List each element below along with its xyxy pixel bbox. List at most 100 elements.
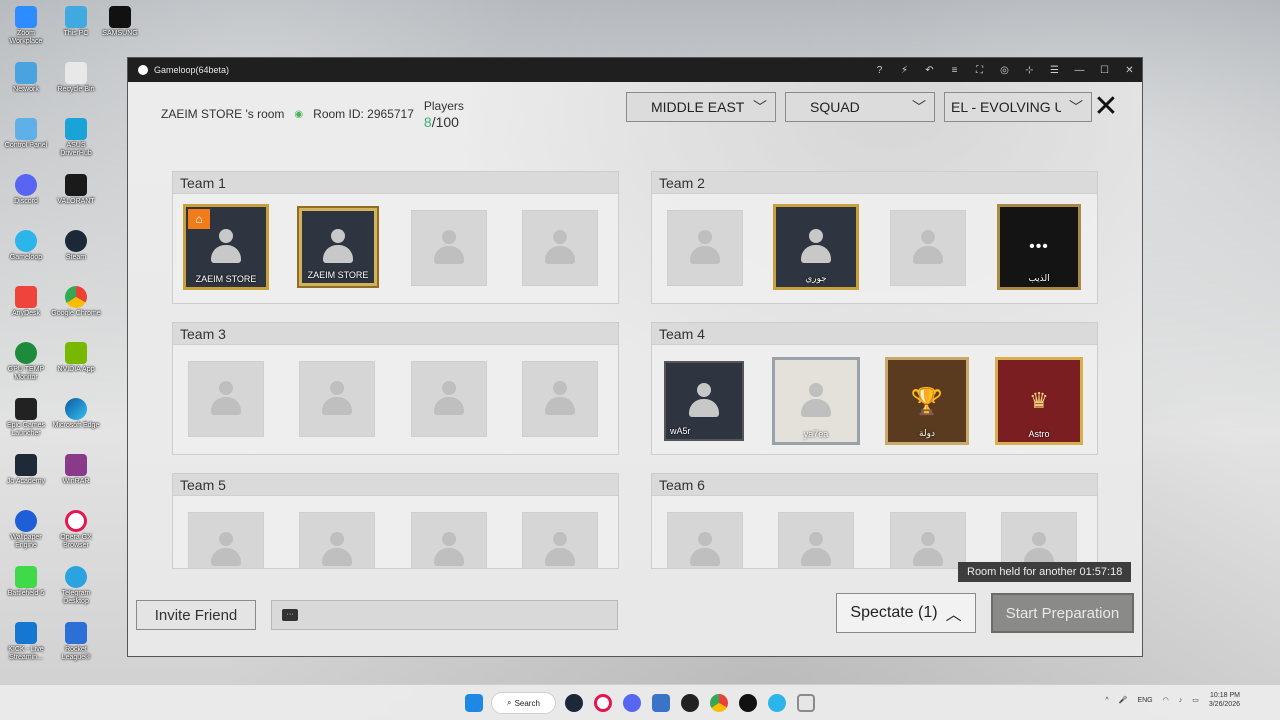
chat-input[interactable]: ··· [271,600,618,630]
start-icon[interactable] [465,694,483,712]
desktop-icon-nvidia[interactable]: NVIDIA App [50,342,102,374]
team-6: Team 6 [651,473,1098,569]
desktop-icon-label: Control Panel [4,142,48,149]
player-slot[interactable]: ♛ Astro [995,357,1083,445]
start-preparation-label: Start Preparation [1005,604,1120,622]
help-icon[interactable]: ? [867,58,892,82]
desktop-icon-chrome[interactable]: Google Chrome [50,286,102,318]
player-slot[interactable]: ZAEIM STORE [299,208,377,286]
mode-dropdown[interactable]: SQUAD ﹀ [785,92,935,122]
menu-icon[interactable]: ☰ [1042,58,1067,82]
app-taskbar-icon[interactable] [739,694,757,712]
desktop-icon-telegram[interactable]: Telegram Desktop [50,566,102,606]
close-room-button[interactable]: ✕ [1092,92,1120,122]
mode-value: SQUAD [810,99,860,115]
window-taskbar-icon[interactable] [797,694,815,712]
taskbar-search[interactable]: ⌕ Search [491,692,556,714]
gamepad-icon[interactable]: ◎ [992,58,1017,82]
desktop-icon-label: Network [13,86,39,93]
desktop-icon-network[interactable]: Network [0,62,52,94]
player-slot[interactable]: 🏆 دولة [885,357,969,445]
desktop-icon-steam[interactable]: Steam [50,230,102,262]
spectate-button[interactable]: Spectate (1) ︿ [836,593,976,633]
empty-slot[interactable] [1001,512,1077,568]
boost-icon[interactable]: ⚡ [892,58,917,82]
desktop-icon-winrar[interactable]: WinRAR [50,454,102,486]
gameloop-taskbar-icon[interactable] [768,694,786,712]
empty-slot[interactable] [299,512,375,568]
desktop-icon-kick[interactable]: KICK - Live Streamin... [0,622,52,662]
desktop-icon-label: Opera GX Browser [60,534,92,549]
avatar-icon [689,383,719,419]
empty-slot[interactable] [522,210,598,286]
undo-icon[interactable]: ↶ [917,58,942,82]
player-slot[interactable]: ••• الذيب [997,204,1081,290]
chrome-taskbar-icon[interactable] [710,694,728,712]
language-indicator[interactable]: ENG [1137,697,1152,704]
empty-slot[interactable] [411,210,487,286]
empty-slot[interactable] [667,512,743,568]
shield-taskbar-icon[interactable] [652,694,670,712]
players-label: Players [423,99,464,113]
desktop-icon-jo-academy[interactable]: Jo Academy [0,454,52,486]
chevron-up-icon[interactable]: ^ [1105,697,1108,704]
player-name: الذيب [1028,273,1050,283]
pin-icon[interactable]: ⊹ [1017,58,1042,82]
desktop-icon-edge[interactable]: Microsoft Edge [50,398,102,430]
team-5: Team 5 [172,473,619,569]
signal-icon: ◉ [294,108,304,120]
desktop-icon-label: Wallpaper Engine [10,534,42,549]
desktop-icon-samsung[interactable]: SAMSUNG [98,6,142,38]
team-label: Team 2 [652,172,1097,194]
desktop-icon-asus[interactable]: ASUS DriverHub [50,118,102,158]
empty-slot[interactable] [299,361,375,437]
opera-gx-taskbar-icon[interactable] [594,694,612,712]
desktop-icon-wallpaper-engine[interactable]: Wallpaper Engine [0,510,52,550]
player-slot[interactable]: ya7ea [772,357,860,445]
empty-slot[interactable] [188,361,264,437]
empty-slot[interactable] [522,512,598,568]
steam-taskbar-icon[interactable] [565,694,583,712]
empty-slot[interactable] [522,361,598,437]
fullscreen-icon[interactable]: ⛶ [967,58,992,82]
desktop-icon-rocket-league[interactable]: Rocket League® [50,622,102,662]
player-slot[interactable]: جوري [773,204,859,290]
speaker-icon[interactable]: ♪ [1179,697,1183,704]
empty-slot[interactable] [890,210,966,286]
desktop-icon-battlefield[interactable]: Battlefield 6 [0,566,52,598]
mic-icon[interactable]: 🎤 [1119,696,1128,704]
close-window-button[interactable]: ✕ [1117,58,1142,82]
empty-slot[interactable] [411,361,487,437]
minimize-button[interactable]: — [1067,58,1092,82]
desktop-icon-recycle-bin[interactable]: Recycle Bin [50,62,102,94]
wifi-icon[interactable]: ◠ [1163,696,1169,704]
w-taskbar-icon[interactable] [681,694,699,712]
maximize-button[interactable]: ☐ [1092,58,1117,82]
invite-friend-button[interactable]: Invite Friend [136,600,256,630]
desktop-icon-valorant[interactable]: VALORANT [50,174,102,206]
desktop-icon-discord[interactable]: Discord [0,174,52,206]
map-dropdown[interactable]: EL - EVOLVING UNIVE ﹀ [944,92,1092,122]
player-slot[interactable]: ⌂ ZAEIM STORE [183,204,269,290]
empty-slot[interactable] [411,512,487,568]
empty-slot[interactable] [188,512,264,568]
clock[interactable]: 10:18 PM 3/26/2026 [1209,691,1240,709]
desktop-icon-gpu-temp[interactable]: GPU TEMP Monitor [0,342,52,382]
desktop-icon-zoom[interactable]: Zoom Workplace [0,6,52,46]
desktop-icon-opera-gx[interactable]: Opera GX Browser [50,510,102,550]
desktop-icon-gameloop[interactable]: Gameloop [0,230,52,262]
empty-slot[interactable] [778,512,854,568]
player-slot[interactable]: wA5r [664,361,744,441]
desktop-icon-this-pc[interactable]: This PC [50,6,102,38]
battery-icon[interactable]: ▭ [1192,696,1199,704]
taskbar: ⌕ Search ^ 🎤 ENG ◠ ♪ ▭ 10:18 PM 3/26/202… [0,684,1280,720]
list-icon[interactable]: ≡ [942,58,967,82]
desktop-icon-epic[interactable]: Epic Games Launcher [0,398,52,438]
desktop-icon-anydesk[interactable]: AnyDesk [0,286,52,318]
empty-slot[interactable] [667,210,743,286]
region-dropdown[interactable]: MIDDLE EAST ﹀ [626,92,776,122]
desktop-icon-control-panel[interactable]: Control Panel [0,118,52,150]
discord-taskbar-icon[interactable] [623,694,641,712]
start-preparation-button[interactable]: Start Preparation [991,593,1134,633]
empty-slot[interactable] [890,512,966,568]
